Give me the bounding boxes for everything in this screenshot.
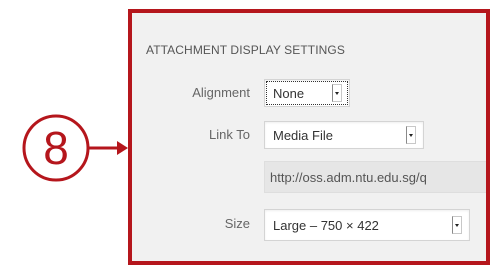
link-to-select[interactable]: Media File <box>264 121 424 149</box>
alignment-label: Alignment <box>192 85 250 100</box>
size-select[interactable]: Large – 750 × 422 <box>264 209 470 241</box>
dropdown-arrow-icon <box>406 126 416 144</box>
attachment-display-settings-panel: ATTACHMENT DISPLAY SETTINGS Alignment No… <box>128 9 490 265</box>
step-number-label: 8 <box>43 122 69 174</box>
size-label: Size <box>224 216 250 231</box>
alignment-select-value: None <box>273 86 305 101</box>
size-select-value: Large – 750 × 422 <box>273 218 379 233</box>
dropdown-arrow-icon <box>332 84 342 102</box>
link-to-label: Link To <box>209 127 250 142</box>
callout-arrow-head-icon <box>117 141 128 155</box>
link-url-field[interactable]: http://oss.adm.ntu.edu.sg/q <box>264 161 486 193</box>
dropdown-arrow-icon <box>452 216 462 234</box>
link-to-select-value: Media File <box>273 128 333 143</box>
alignment-select[interactable]: None <box>264 79 350 107</box>
link-url-text: http://oss.adm.ntu.edu.sg/q <box>270 170 427 185</box>
panel-title: ATTACHMENT DISPLAY SETTINGS <box>146 43 345 57</box>
